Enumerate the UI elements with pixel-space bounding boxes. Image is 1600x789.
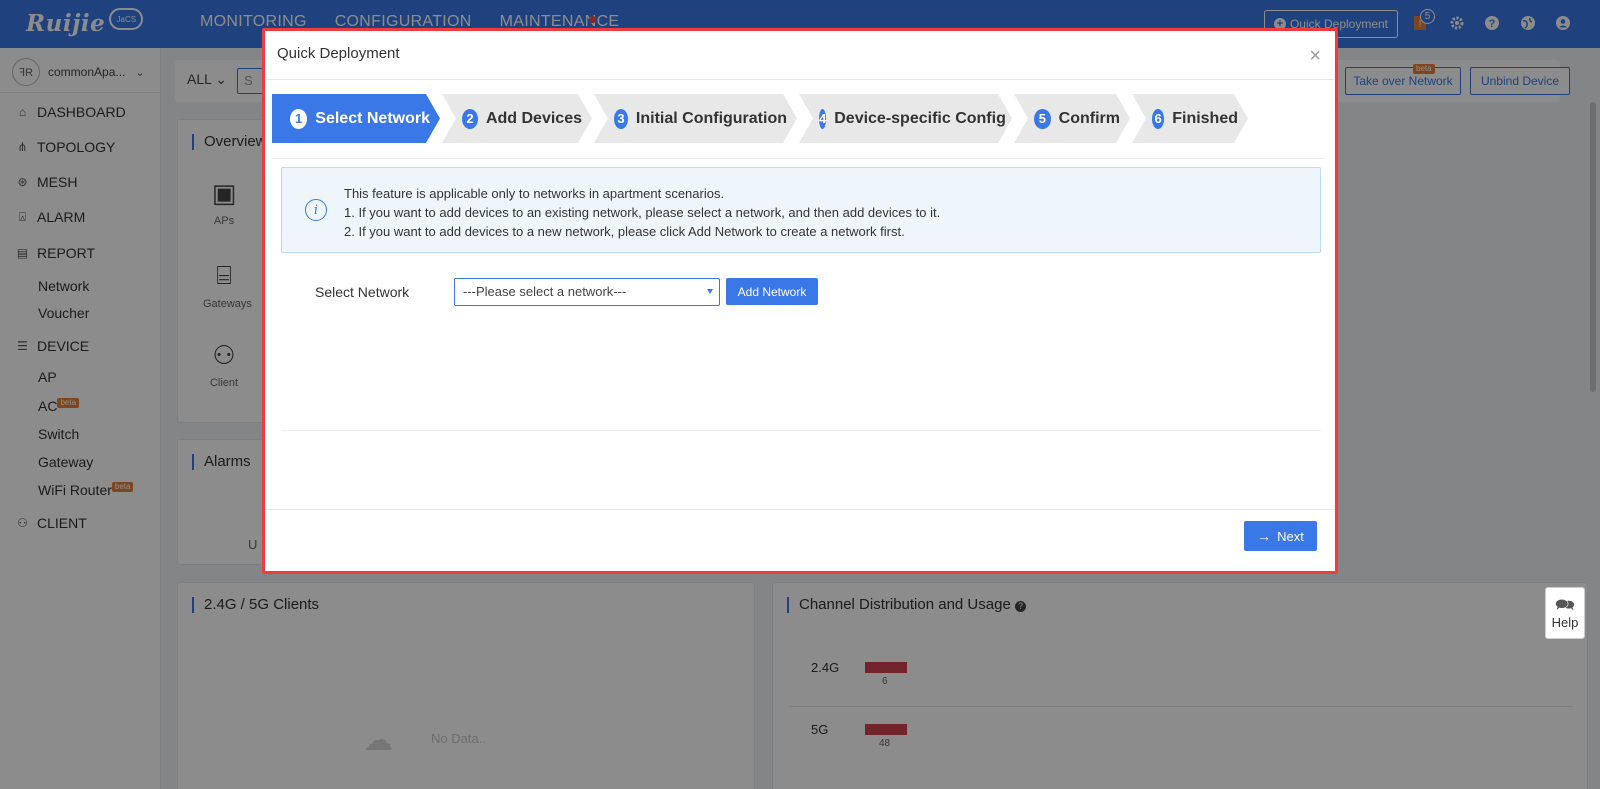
content-divider bbox=[281, 430, 1321, 431]
info-icon: i bbox=[305, 199, 327, 221]
info-line: This feature is applicable only to netwo… bbox=[344, 186, 725, 201]
network-select-value: ---Please select a network--- bbox=[463, 284, 627, 299]
steps-divider bbox=[272, 158, 1326, 159]
modal-footer-divider bbox=[265, 509, 1335, 510]
step-label: Finished bbox=[1172, 109, 1238, 127]
add-network-label: Add Network bbox=[737, 284, 807, 299]
step-device-specific-config: 4 Device-specific Config bbox=[799, 94, 1012, 143]
help-button[interactable]: 🗪 Help bbox=[1545, 587, 1585, 639]
add-network-button[interactable]: Add Network bbox=[726, 278, 818, 305]
step-label: Confirm bbox=[1058, 109, 1120, 127]
step-number: 3 bbox=[614, 109, 628, 129]
step-label: Device-specific Config bbox=[834, 109, 1006, 127]
info-line: 2. If you want to add devices to a new n… bbox=[344, 224, 905, 239]
info-text: This feature is applicable only to netwo… bbox=[344, 184, 940, 241]
chat-bubble-icon: 🗪 bbox=[1555, 596, 1575, 614]
step-confirm: 5 Confirm bbox=[1014, 94, 1130, 143]
step-select-network: 1 Select Network bbox=[272, 94, 440, 143]
step-number: 4 bbox=[819, 109, 826, 129]
quick-deployment-modal: Quick Deployment × 1 Select Network 2 Ad… bbox=[262, 28, 1338, 574]
step-number: 1 bbox=[290, 109, 307, 129]
modal-title: Quick Deployment bbox=[277, 45, 400, 62]
step-label: Select Network bbox=[315, 109, 430, 127]
wizard-steps: 1 Select Network 2 Add Devices 3 Initial… bbox=[272, 94, 1250, 143]
step-number: 5 bbox=[1034, 109, 1051, 129]
step-initial-configuration: 3 Initial Configuration bbox=[594, 94, 797, 143]
next-button[interactable]: → Next bbox=[1244, 521, 1317, 551]
step-label: Add Devices bbox=[485, 109, 582, 127]
step-number: 2 bbox=[462, 109, 478, 129]
arrow-right-icon: → bbox=[1257, 528, 1272, 544]
caret-down-icon bbox=[707, 289, 713, 294]
info-line: 1. If you want to add devices to an exis… bbox=[344, 205, 941, 220]
help-label: Help bbox=[1551, 614, 1579, 630]
close-icon[interactable]: × bbox=[1309, 46, 1321, 66]
step-add-devices: 2 Add Devices bbox=[442, 94, 592, 143]
step-finished: 6 Finished bbox=[1132, 94, 1248, 143]
info-notice: i This feature is applicable only to net… bbox=[281, 167, 1321, 253]
step-label: Initial Configuration bbox=[635, 109, 787, 127]
modal-header-divider bbox=[265, 79, 1335, 80]
step-number: 6 bbox=[1152, 109, 1164, 129]
next-label: Next bbox=[1277, 528, 1304, 544]
network-select[interactable]: ---Please select a network--- bbox=[454, 278, 720, 306]
select-network-label: Select Network bbox=[315, 284, 410, 300]
